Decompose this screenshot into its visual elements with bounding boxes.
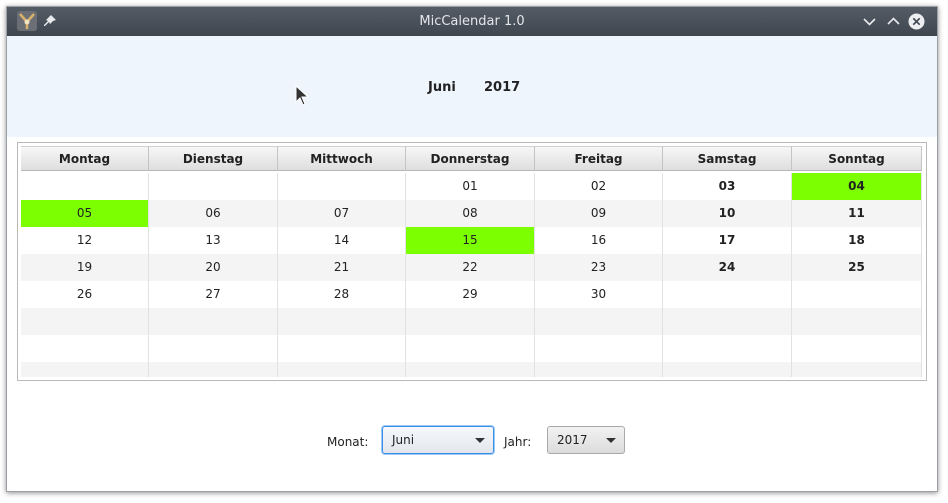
dropdown-arrow-icon [606, 438, 616, 443]
day-cell[interactable] [278, 308, 406, 335]
day-cell[interactable]: 28 [278, 281, 406, 308]
day-cell[interactable] [406, 335, 535, 362]
controls-panel: Monat: Juni Jahr: 2017 [7, 387, 937, 491]
day-cell[interactable] [149, 173, 278, 200]
day-cell[interactable]: 22 [406, 254, 535, 281]
day-cell[interactable] [663, 281, 792, 308]
day-cell[interactable] [21, 335, 149, 362]
day-cell[interactable] [792, 335, 922, 362]
day-cell[interactable]: 23 [535, 254, 663, 281]
day-cell[interactable] [149, 362, 278, 377]
table-row[interactable]: 12 13 14 15 16 17 18 [21, 227, 922, 254]
table-row[interactable]: 01 02 03 04 [21, 173, 922, 200]
close-icon[interactable] [908, 13, 925, 30]
table-row[interactable] [21, 308, 922, 335]
day-cell[interactable]: 29 [406, 281, 535, 308]
day-cell[interactable]: 17 [663, 227, 792, 254]
day-cell[interactable]: 12 [21, 227, 149, 254]
year-title: 2017 [484, 80, 521, 95]
weekday-header-0[interactable]: Montag [21, 146, 149, 171]
day-cell[interactable] [21, 362, 149, 377]
day-cell[interactable]: 27 [149, 281, 278, 308]
table-row[interactable] [21, 335, 922, 362]
app-window: MicCalendar 1.0 Juni 2017 Montag Diensta… [6, 6, 938, 492]
day-cell[interactable]: 11 [792, 200, 922, 227]
day-cell[interactable]: 14 [278, 227, 406, 254]
day-cell[interactable]: 13 [149, 227, 278, 254]
table-row[interactable]: 05 06 07 08 09 10 11 [21, 200, 922, 227]
mouse-cursor-icon [295, 85, 309, 106]
day-cell[interactable] [21, 173, 149, 200]
weekday-header-1[interactable]: Dienstag [149, 146, 278, 171]
year-select[interactable]: 2017 [547, 426, 625, 454]
month-select-label: Monat: [327, 435, 369, 449]
day-cell[interactable]: 26 [21, 281, 149, 308]
day-cell[interactable] [663, 308, 792, 335]
day-cell[interactable]: 10 [663, 200, 792, 227]
day-cell[interactable]: 03 [663, 173, 792, 200]
day-cell[interactable] [535, 362, 663, 377]
chevron-down-icon[interactable] [861, 13, 878, 30]
calendar-grid: Montag Dienstag Mittwoch Donnerstag Freitag S… [21, 146, 922, 377]
month-select[interactable]: Juni [382, 426, 494, 454]
day-cell[interactable] [406, 362, 535, 377]
day-cell[interactable]: 02 [535, 173, 663, 200]
day-cell[interactable] [278, 335, 406, 362]
day-cell[interactable] [406, 308, 535, 335]
month-header: Juni 2017 [7, 36, 937, 137]
weekday-header-6[interactable]: Sonntag [792, 146, 922, 171]
app-icon[interactable] [16, 10, 38, 32]
pin-icon[interactable] [43, 14, 57, 28]
table-row[interactable] [21, 362, 922, 377]
day-cell[interactable] [792, 308, 922, 335]
day-cell[interactable] [792, 362, 922, 377]
day-cell[interactable] [792, 281, 922, 308]
day-cell[interactable]: 04 [792, 173, 922, 200]
day-cell[interactable]: 21 [278, 254, 406, 281]
dropdown-arrow-icon [475, 438, 485, 443]
weekday-header-5[interactable]: Samstag [663, 146, 792, 171]
day-cell[interactable]: 19 [21, 254, 149, 281]
day-cell[interactable] [149, 335, 278, 362]
day-cell[interactable] [149, 308, 278, 335]
day-cell[interactable]: 15 [406, 227, 535, 254]
day-cell[interactable]: 08 [406, 200, 535, 227]
day-cell[interactable] [278, 362, 406, 377]
day-cell[interactable]: 05 [21, 200, 149, 227]
chevron-up-icon[interactable] [885, 13, 902, 30]
title-bar[interactable]: MicCalendar 1.0 [7, 7, 937, 36]
day-cell[interactable]: 06 [149, 200, 278, 227]
day-cell[interactable]: 07 [278, 200, 406, 227]
month-title: Juni [428, 80, 456, 95]
day-cell[interactable]: 16 [535, 227, 663, 254]
day-cell[interactable] [535, 335, 663, 362]
day-cell[interactable]: 18 [792, 227, 922, 254]
table-row[interactable]: 19 20 21 22 23 24 25 [21, 254, 922, 281]
weekday-header-2[interactable]: Mittwoch [278, 146, 406, 171]
year-select-value: 2017 [557, 433, 588, 447]
day-cell[interactable] [663, 335, 792, 362]
day-cell[interactable] [278, 173, 406, 200]
table-row[interactable]: 26 27 28 29 30 [21, 281, 922, 308]
month-select-value: Juni [392, 433, 415, 447]
weekday-header-3[interactable]: Donnerstag [406, 146, 535, 171]
day-cell[interactable]: 01 [406, 173, 535, 200]
day-cell[interactable] [663, 362, 792, 377]
day-cell[interactable]: 25 [792, 254, 922, 281]
day-cell[interactable] [21, 308, 149, 335]
weekday-header-row: Montag Dienstag Mittwoch Donnerstag Freitag S… [21, 146, 922, 173]
weekday-header-4[interactable]: Freitag [535, 146, 663, 171]
day-cell[interactable]: 24 [663, 254, 792, 281]
calendar-table: Montag Dienstag Mittwoch Donnerstag Freitag S… [17, 142, 927, 381]
window-title: MicCalendar 1.0 [419, 14, 525, 29]
day-cell[interactable] [535, 308, 663, 335]
year-select-label: Jahr: [504, 435, 532, 449]
day-cell[interactable]: 30 [535, 281, 663, 308]
day-cell[interactable]: 20 [149, 254, 278, 281]
day-cell[interactable]: 09 [535, 200, 663, 227]
